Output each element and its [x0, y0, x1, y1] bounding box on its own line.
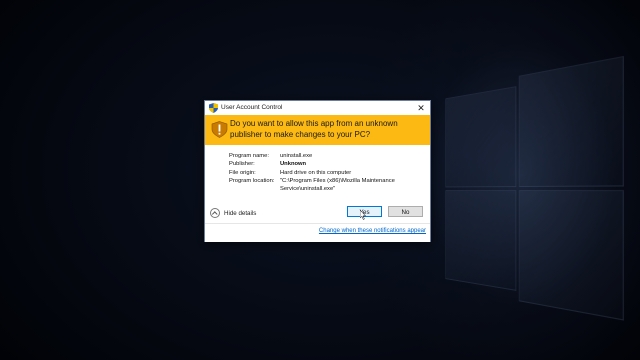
banner-question: Do you want to allow this app from an un…: [230, 119, 398, 139]
detail-row-file-origin: File origin: Hard drive on this computer: [229, 169, 419, 177]
mouse-cursor-icon: [360, 210, 366, 220]
detail-value: uninstall.exe: [280, 153, 313, 159]
warning-banner: Do you want to allow this app from an un…: [205, 115, 430, 145]
detail-label: Publisher:: [229, 161, 255, 168]
detail-label: Program name:: [229, 153, 269, 159]
hide-details-toggle[interactable]: Hide details: [210, 208, 256, 218]
detail-value: Unknown: [280, 161, 307, 168]
uac-dialog: User Account Control ✕ Do you want to al…: [204, 100, 431, 242]
program-details: Program name: uninstall.exe Publisher: U…: [229, 152, 419, 193]
detail-label: File origin:: [229, 169, 256, 176]
change-notifications-link[interactable]: Change when these notifications appear: [319, 228, 426, 234]
detail-row-program-name: Program name: uninstall.exe: [229, 152, 419, 160]
detail-label: Program location:: [229, 177, 275, 184]
dialog-footer: Change when these notifications appear: [205, 223, 430, 242]
dialog-title: User Account Control: [221, 104, 283, 111]
detail-value: Hard drive on this computer: [280, 169, 352, 176]
detail-row-program-location: Program location: "C:\Program Files (x86…: [229, 177, 419, 194]
chevron-up-icon: [210, 208, 220, 218]
dialog-titlebar: User Account Control ✕: [205, 101, 430, 115]
uac-warning-shield-icon: [211, 121, 228, 138]
detail-value: "C:\Program Files (x86)\Mozilla Maintena…: [280, 177, 395, 193]
close-icon[interactable]: ✕: [415, 102, 427, 114]
no-button[interactable]: No: [388, 206, 423, 217]
uac-shield-icon: [209, 103, 218, 113]
detail-row-publisher: Publisher: Unknown: [229, 160, 419, 168]
hide-details-label: Hide details: [224, 209, 257, 217]
